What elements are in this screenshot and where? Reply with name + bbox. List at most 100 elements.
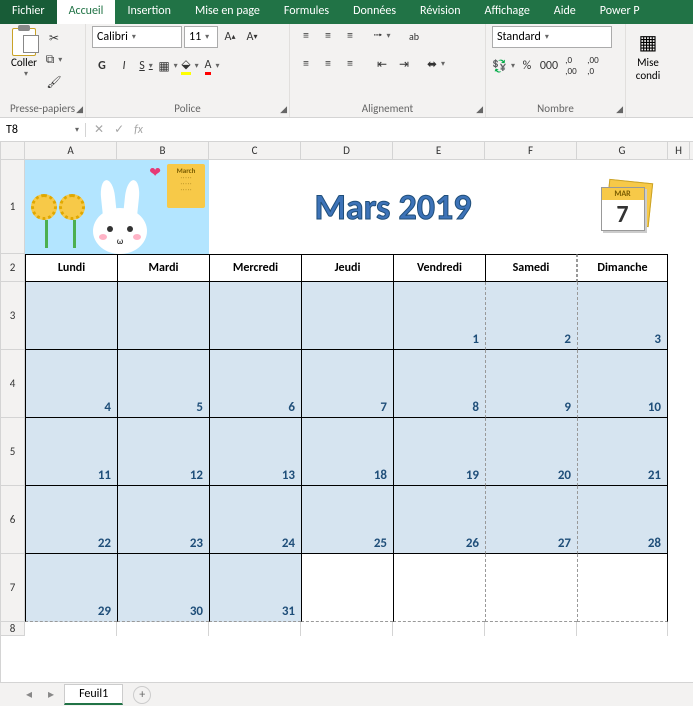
font-size-select[interactable]: 11▾: [184, 26, 218, 48]
enter-formula-icon[interactable]: ✓: [114, 122, 124, 137]
accounting-format-button[interactable]: 💱▾: [492, 56, 515, 76]
calendar-cell[interactable]: 21: [577, 418, 668, 486]
paste-button[interactable]: Coller ▾: [6, 26, 42, 92]
calendar-cell[interactable]: 8: [393, 350, 485, 418]
calendar-cell[interactable]: 24: [209, 486, 301, 554]
col-header-H[interactable]: H: [668, 142, 690, 159]
menu-tab-mise-en-page[interactable]: Mise en page: [183, 0, 272, 24]
menu-tab-insertion[interactable]: Insertion: [115, 0, 183, 24]
fx-icon[interactable]: fx: [134, 123, 143, 137]
calendar-cell[interactable]: [393, 554, 485, 622]
row-header-1[interactable]: 1: [1, 160, 25, 254]
merge-button[interactable]: ⬌▾: [426, 54, 446, 74]
increase-decimal-button[interactable]: ,0,00: [561, 56, 581, 76]
copy-button[interactable]: ⧉▾: [44, 50, 64, 70]
underline-button[interactable]: S▾: [136, 56, 156, 76]
add-sheet-button[interactable]: +: [133, 686, 151, 704]
row-header-6[interactable]: 6: [1, 486, 25, 554]
calendar-cell[interactable]: 10: [577, 350, 668, 418]
align-right-button[interactable]: ≡: [340, 54, 360, 74]
calendar-cell[interactable]: 5: [117, 350, 209, 418]
menu-file[interactable]: Fichier: [0, 0, 57, 24]
calendar-cell[interactable]: 13: [209, 418, 301, 486]
col-header-G[interactable]: G: [577, 142, 668, 159]
align-middle-button[interactable]: ≡: [318, 26, 338, 46]
col-header-F[interactable]: F: [485, 142, 577, 159]
calendar-cell[interactable]: 30: [117, 554, 209, 622]
calendar-cell[interactable]: [301, 554, 393, 622]
calendar-cell[interactable]: 3: [577, 282, 668, 350]
conditional-formatting-button[interactable]: ▦ Mise condi: [632, 26, 664, 84]
calendar-cell[interactable]: 23: [117, 486, 209, 554]
number-format-select[interactable]: Standard▾: [492, 26, 612, 48]
row-header-7[interactable]: 7: [1, 554, 25, 622]
calendar-cell[interactable]: 1: [393, 282, 485, 350]
sheet-nav-prev[interactable]: ◂: [20, 687, 38, 702]
menu-tab-accueil[interactable]: Accueil: [57, 0, 116, 24]
menu-tab-affichage[interactable]: Affichage: [473, 0, 542, 24]
calendar-cell[interactable]: 18: [301, 418, 393, 486]
comma-format-button[interactable]: 000: [539, 56, 559, 76]
calendar-cell[interactable]: 22: [25, 486, 117, 554]
calendar-cell[interactable]: 20: [485, 418, 577, 486]
calendar-cell[interactable]: [577, 554, 668, 622]
row-header-4[interactable]: 4: [1, 350, 25, 418]
cancel-formula-icon[interactable]: ✕: [94, 122, 104, 137]
decrease-indent-button[interactable]: ⇤: [372, 54, 392, 74]
formula-input[interactable]: [151, 118, 693, 141]
decrease-decimal-button[interactable]: ,00,0: [583, 56, 603, 76]
menu-tab-revision[interactable]: Révision: [408, 0, 472, 24]
calendar-cell[interactable]: 9: [485, 350, 577, 418]
col-header-A[interactable]: A: [25, 142, 117, 159]
borders-button[interactable]: ▦▾: [158, 56, 178, 76]
dialog-launcher-icon[interactable]: ◢: [280, 104, 287, 115]
row-header-8[interactable]: 8: [1, 622, 25, 636]
increase-font-button[interactable]: A▴: [220, 27, 240, 47]
sheet-content[interactable]: ω ❤ March· · · · ·· · · · ·· · · · · Mar…: [25, 160, 668, 636]
name-box[interactable]: T8▾: [0, 123, 86, 137]
menu-tab-aide[interactable]: Aide: [542, 0, 588, 24]
row-header-2[interactable]: 2: [1, 254, 25, 282]
font-name-select[interactable]: Calibri▾: [92, 26, 182, 48]
align-center-button[interactable]: ≡: [318, 54, 338, 74]
increase-indent-button[interactable]: ⇥: [394, 54, 414, 74]
menu-tab-donnees[interactable]: Données: [341, 0, 408, 24]
italic-button[interactable]: I: [114, 56, 134, 76]
calendar-cell[interactable]: 29: [25, 554, 117, 622]
sheet-tab-feuil1[interactable]: Feuil1: [64, 684, 123, 705]
calendar-cell[interactable]: [485, 554, 577, 622]
col-header-D[interactable]: D: [301, 142, 393, 159]
format-painter-button[interactable]: 🖌: [44, 72, 64, 92]
fill-color-button[interactable]: ⬙▾: [180, 56, 200, 76]
calendar-cell[interactable]: 2: [485, 282, 577, 350]
calendar-cell[interactable]: 26: [393, 486, 485, 554]
percent-format-button[interactable]: %: [517, 56, 537, 76]
align-left-button[interactable]: ≡: [296, 54, 316, 74]
sheet-nav-next[interactable]: ▸: [42, 687, 60, 702]
col-header-B[interactable]: B: [117, 142, 209, 159]
col-header-C[interactable]: C: [209, 142, 301, 159]
calendar-cell[interactable]: [117, 282, 209, 350]
calendar-cell[interactable]: 6: [209, 350, 301, 418]
calendar-cell[interactable]: 11: [25, 418, 117, 486]
menu-tab-formules[interactable]: Formules: [272, 0, 341, 24]
calendar-cell[interactable]: [301, 282, 393, 350]
select-all-corner[interactable]: [1, 142, 25, 159]
calendar-cell[interactable]: [209, 282, 301, 350]
row-header-5[interactable]: 5: [1, 418, 25, 486]
align-top-button[interactable]: ≡: [296, 26, 316, 46]
calendar-cell[interactable]: [25, 282, 117, 350]
calendar-cell[interactable]: 25: [301, 486, 393, 554]
dialog-launcher-icon[interactable]: ◢: [476, 104, 483, 115]
align-bottom-button[interactable]: ≡: [340, 26, 360, 46]
orientation-button[interactable]: ⭬▾: [372, 26, 392, 46]
decrease-font-button[interactable]: A▾: [242, 27, 262, 47]
col-header-E[interactable]: E: [393, 142, 485, 159]
calendar-cell[interactable]: 27: [485, 486, 577, 554]
cut-button[interactable]: ✂: [44, 28, 64, 48]
calendar-cell[interactable]: 28: [577, 486, 668, 554]
calendar-cell[interactable]: 31: [209, 554, 301, 622]
calendar-cell[interactable]: 4: [25, 350, 117, 418]
calendar-cell[interactable]: 12: [117, 418, 209, 486]
wrap-text-button[interactable]: ab: [404, 26, 424, 46]
